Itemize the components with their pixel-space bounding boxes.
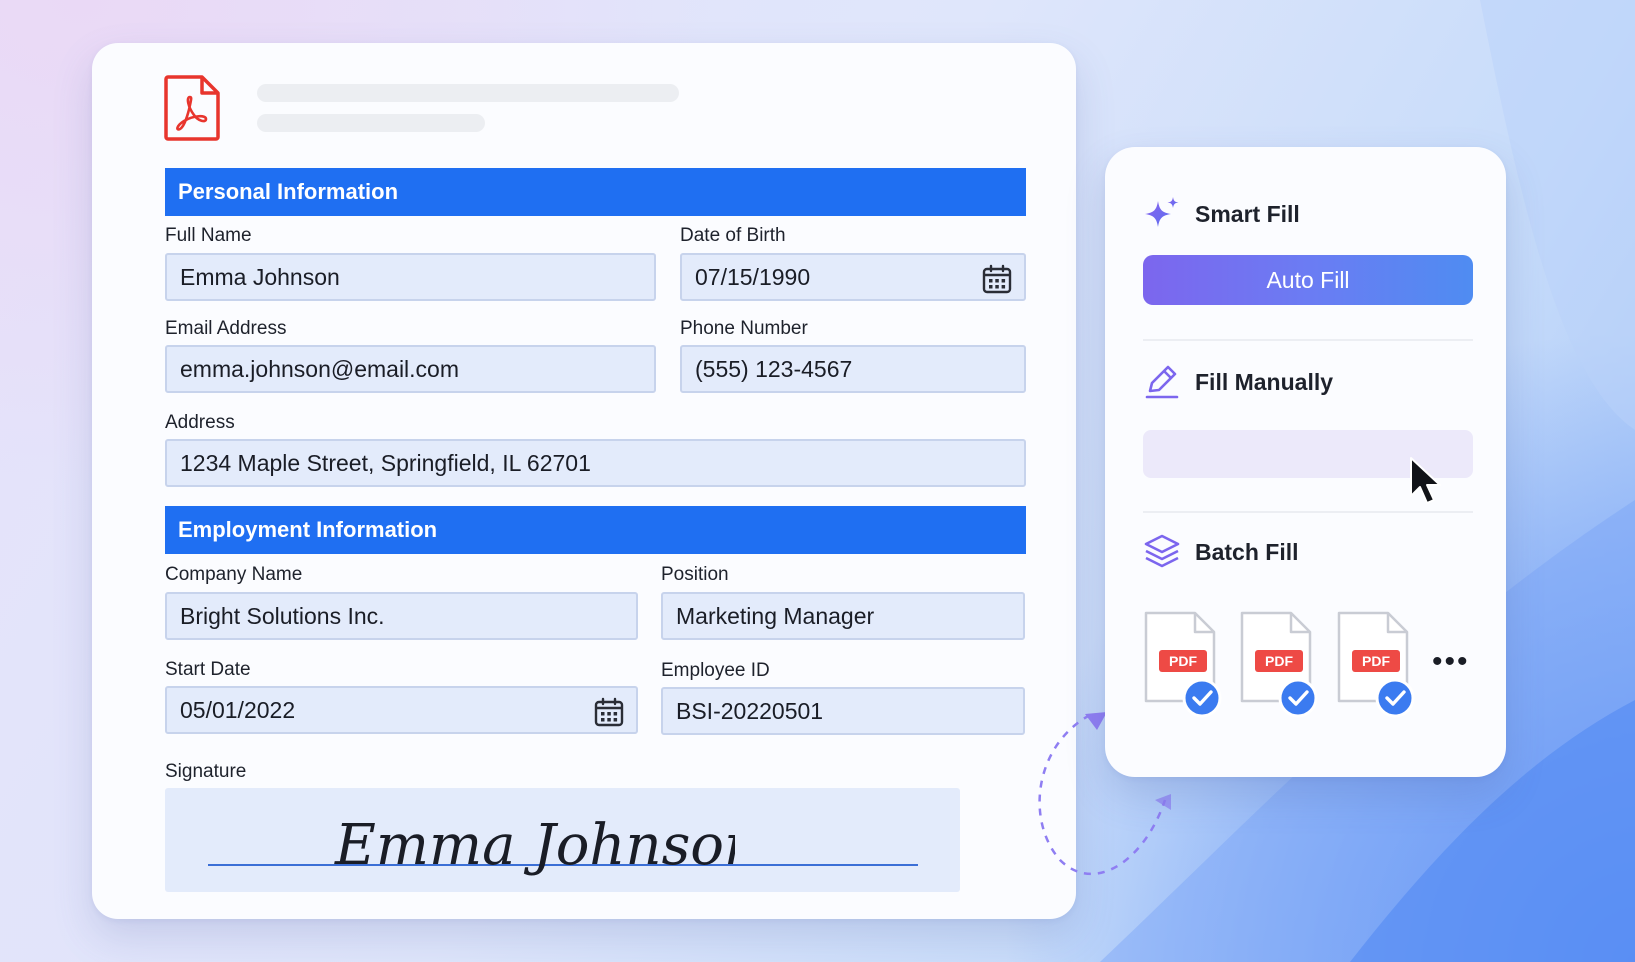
pdf-badge: PDF <box>1159 650 1207 672</box>
start-date-field[interactable]: 05/01/2022 <box>165 686 638 734</box>
employee-id-value: BSI-20220501 <box>676 697 824 724</box>
address-field[interactable]: 1234 Maple Street, Springfield, IL 62701 <box>165 439 1026 487</box>
pdf-file-icon <box>164 75 220 141</box>
section-header-personal: Personal Information <box>165 168 1026 216</box>
check-circle-icon <box>1375 678 1415 718</box>
fill-manually-option[interactable]: Fill Manually <box>1143 363 1333 401</box>
phone-field[interactable]: (555) 123-4567 <box>680 345 1026 393</box>
email-field[interactable]: emma.johnson@email.com <box>165 345 656 393</box>
batch-pdf-document[interactable]: PDF <box>1336 610 1420 718</box>
sparkle-icon <box>1145 197 1179 227</box>
batch-fill-option[interactable]: Batch Fill <box>1143 533 1299 571</box>
pdf-badge: PDF <box>1352 650 1400 672</box>
email-value: emma.johnson@email.com <box>180 355 460 382</box>
smart-fill-title: Smart Fill <box>1195 200 1300 227</box>
smart-fill-option[interactable]: Smart Fill <box>1143 195 1300 233</box>
phone-label: Phone Number <box>680 318 808 339</box>
section-header-employment: Employment Information <box>165 506 1026 554</box>
signature-label: Signature <box>165 761 247 782</box>
address-label: Address <box>165 412 235 433</box>
panel-divider <box>1143 339 1473 341</box>
auto-fill-button[interactable]: Auto Fill <box>1143 255 1473 305</box>
position-field[interactable]: Marketing Manager <box>661 592 1025 640</box>
address-value: 1234 Maple Street, Springfield, IL 62701 <box>180 449 591 476</box>
check-circle-icon <box>1182 678 1222 718</box>
signature-text: Emma Johnson <box>334 813 735 878</box>
dob-value: 07/15/1990 <box>695 263 811 290</box>
employee-id-label: Employee ID <box>661 660 770 681</box>
batch-pdf-document[interactable]: PDF <box>1239 610 1323 718</box>
placeholder-title-line <box>257 84 679 102</box>
batch-fill-title: Batch Fill <box>1195 538 1299 565</box>
full-name-value: Emma Johnson <box>180 263 340 290</box>
check-circle-icon <box>1278 678 1318 718</box>
dob-field[interactable]: 07/15/1990 <box>680 253 1026 301</box>
calendar-icon[interactable] <box>982 264 1012 294</box>
start-date-value: 05/01/2022 <box>180 696 296 723</box>
batch-pdf-document[interactable]: PDF <box>1143 610 1227 718</box>
placeholder-subtitle-line <box>257 114 485 132</box>
mouse-pointer-icon <box>1410 457 1441 504</box>
more-icon[interactable]: ••• <box>1432 647 1470 677</box>
dob-label: Date of Birth <box>680 225 786 246</box>
panel-divider <box>1143 511 1473 513</box>
company-label: Company Name <box>165 564 303 585</box>
pdf-form-card: Personal Information Full Name Emma John… <box>92 43 1076 919</box>
full-name-label: Full Name <box>165 225 252 246</box>
fill-manually-title: Fill Manually <box>1195 368 1334 395</box>
signature-image: Emma Johnson <box>334 813 735 878</box>
pdf-badge: PDF <box>1255 650 1303 672</box>
company-field[interactable]: Bright Solutions Inc. <box>165 592 638 640</box>
layers-icon <box>1144 534 1180 568</box>
company-value: Bright Solutions Inc. <box>180 602 385 629</box>
email-label: Email Address <box>165 318 287 339</box>
full-name-field[interactable]: Emma Johnson <box>165 253 656 301</box>
signature-field[interactable]: Emma Johnson <box>165 788 960 892</box>
phone-value: (555) 123-4567 <box>695 355 853 382</box>
fill-options-panel: Smart Fill Auto Fill Fill Manually Batch… <box>1105 147 1506 777</box>
start-date-label: Start Date <box>165 659 251 680</box>
calendar-icon[interactable] <box>594 697 624 727</box>
position-value: Marketing Manager <box>676 602 875 629</box>
employee-id-field[interactable]: BSI-20220501 <box>661 687 1025 735</box>
position-label: Position <box>661 564 729 585</box>
pencil-icon <box>1145 365 1179 399</box>
